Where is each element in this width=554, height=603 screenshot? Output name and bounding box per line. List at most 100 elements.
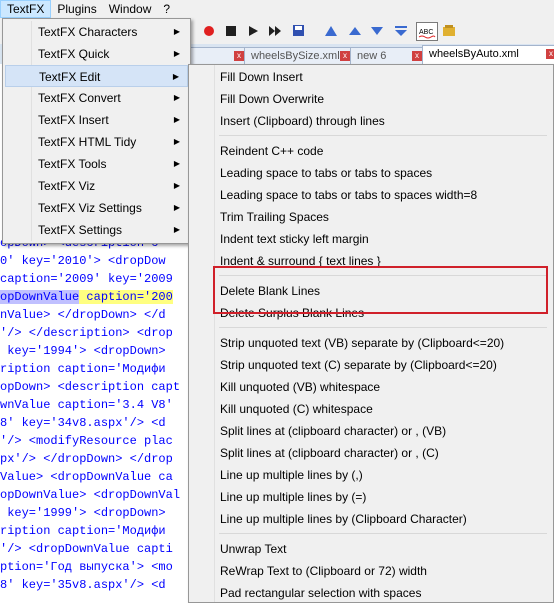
menu-item-textfx-settings[interactable]: TextFX Settings ▶ [5,219,188,241]
menu-item-label: Strip unquoted text (VB) separate by (Cl… [220,336,505,350]
menu-textfx[interactable]: TextFX [0,0,52,18]
menu-item-label: TextFX Convert [38,91,121,105]
chevron-right-icon: ▶ [173,115,180,124]
fold-down-icon[interactable] [368,22,385,39]
menu-item-leading-space-to-tabs-or-tabs-to-spaces-width-8[interactable]: Leading space to tabs or tabs to spaces … [191,184,549,206]
close-icon[interactable]: x [234,51,244,61]
menu-item-textfx-insert[interactable]: TextFX Insert ▶ [5,109,188,131]
spellcheck-icon[interactable]: ABC [416,22,438,41]
code-line: 8' key='35v8.aspx'/> <d [0,578,166,592]
menu-item-label: Reindent C++ code [220,144,324,158]
close-icon[interactable]: x [412,51,422,61]
menu-item-label: TextFX Viz Settings [38,201,142,215]
stop-icon[interactable] [222,22,239,39]
menu-item-label: TextFX Insert [38,113,109,127]
menu-item-kill-unquoted-vb-whitespace[interactable]: Kill unquoted (VB) whitespace [191,376,549,398]
chevron-right-icon: ▶ [173,137,180,146]
menu-item-split-lines-at-clipboard-character-or-c[interactable]: Split lines at (clipboard character) or … [191,442,549,464]
tab-1[interactable]: x [190,47,248,64]
menu-item-textfx-quick[interactable]: TextFX Quick ▶ [5,43,188,65]
code-line: ption='Год выпуска'> <mo [0,560,173,574]
menu-item-textfx-tools[interactable]: TextFX Tools ▶ [5,153,188,175]
tab-wheelsbysize[interactable]: wheelsBySize.xml x [244,47,354,64]
menu-item-pad-rectangular-selection-with-spaces[interactable]: Pad rectangular selection with spaces [191,582,549,602]
menu-item-textfx-viz-settings[interactable]: TextFX Viz Settings ▶ [5,197,188,219]
menu-item-textfx-convert[interactable]: TextFX Convert ▶ [5,87,188,109]
wrap-icon[interactable] [322,22,339,39]
menu-item-textfx-edit[interactable]: TextFX Edit ▶ [5,65,188,87]
menu-item-line-up-multiple-lines-by[interactable]: Line up multiple lines by (=) [191,486,549,508]
menu-item-label: Fill Down Overwrite [220,92,325,106]
menu-item-label: TextFX Edit [39,70,101,84]
code-line: '/> <dropDownValue capti [0,542,173,556]
menu-item-label: Trim Trailing Spaces [220,210,329,224]
chevron-right-icon: ▶ [173,159,180,168]
play-multi-icon[interactable] [266,22,283,39]
menu-item-label: TextFX Tools [38,157,107,171]
menu-item-strip-unquoted-text-vb-separate-by-clipboard-20[interactable]: Strip unquoted text (VB) separate by (Cl… [191,332,549,354]
code-line: key='1999'> <dropDown> [0,506,166,520]
fold-all-icon[interactable] [392,22,409,39]
code-highlight: caption='200 [79,290,173,304]
chevron-right-icon: ▶ [173,203,180,212]
menu-item-line-up-multiple-lines-by[interactable]: Line up multiple lines by (,) [191,464,549,486]
menu-item-strip-unquoted-text-c-separate-by-clipboard-20[interactable]: Strip unquoted text (C) separate by (Cli… [191,354,549,376]
menu-item-reindent-c-code[interactable]: Reindent C++ code [191,140,549,162]
chevron-right-icon: ▶ [173,27,180,36]
code-line: opDownValue> <dropDownVal [0,488,181,502]
play-icon[interactable] [244,22,261,39]
record-icon[interactable] [200,22,217,39]
code-line: 0' key='2010'> <dropDow [0,254,166,268]
tab-wheelsbyauto[interactable]: wheelsByAuto.xml x [422,45,554,65]
menu-item-label: TextFX Settings [38,223,123,237]
menu-item-leading-space-to-tabs-or-tabs-to-spaces[interactable]: Leading space to tabs or tabs to spaces [191,162,549,184]
close-icon[interactable]: x [340,51,350,61]
chevron-right-icon: ▶ [173,181,180,190]
fold-up-icon[interactable] [346,22,363,39]
code-selection: opDownValue [0,290,80,304]
tab-new6[interactable]: new 6 x [350,47,426,64]
menu-item-kill-unquoted-c-whitespace[interactable]: Kill unquoted (C) whitespace [191,398,549,420]
menu-item-label: Line up multiple lines by (=) [220,490,367,504]
highlight-box [213,266,548,314]
menu-item-label: Kill unquoted (C) whitespace [220,402,373,416]
menu-help[interactable]: ? [157,0,176,18]
menu-item-rewrap-text-to-clipboard-or-72-width[interactable]: ReWrap Text to (Clipboard or 72) width [191,560,549,582]
code-line: '/> <modifyResource plac [0,434,173,448]
menu-item-textfx-characters[interactable]: TextFX Characters ▶ [5,21,188,43]
code-line: ription caption='Модифи [0,524,166,538]
menu-item-label: Line up multiple lines by (Clipboard Cha… [220,512,467,526]
code-line: nValue> </dropDown> </d [0,308,166,322]
code-line: '/> </description> <drop [0,326,173,340]
menu-item-label: TextFX HTML Tidy [38,135,137,149]
menu-plugins[interactable]: Plugins [51,0,102,18]
menu-item-label: Split lines at (clipboard character) or … [220,424,447,438]
chevron-right-icon: ▶ [173,49,180,58]
menu-item-fill-down-insert[interactable]: Fill Down Insert [191,66,549,88]
save-macro-icon[interactable] [290,22,307,39]
menu-item-textfx-viz[interactable]: TextFX Viz ▶ [5,175,188,197]
menu-item-unwrap-text[interactable]: Unwrap Text [191,538,549,560]
menu-item-label: Leading space to tabs or tabs to spaces [220,166,433,180]
menu-item-label: Strip unquoted text (C) separate by (Cli… [220,358,497,372]
menu-separator [219,135,547,136]
menu-item-fill-down-overwrite[interactable]: Fill Down Overwrite [191,88,549,110]
macro-icon[interactable] [440,22,457,39]
menu-item-label: ReWrap Text to (Clipboard or 72) width [220,564,427,578]
menu-item-trim-trailing-spaces[interactable]: Trim Trailing Spaces [191,206,549,228]
menu-item-line-up-multiple-lines-by-clipboard-character[interactable]: Line up multiple lines by (Clipboard Cha… [191,508,549,530]
code-line: opDown> <description capt [0,380,181,394]
menu-separator [219,533,547,534]
code-line: Value> <dropDownValue ca [0,470,173,484]
menu-item-indent-text-sticky-left-margin[interactable]: Indent text sticky left margin [191,228,549,250]
menu-item-label: TextFX Viz [38,179,96,193]
menu-item-label: Fill Down Insert [220,70,303,84]
menu-item-split-lines-at-clipboard-character-or-vb[interactable]: Split lines at (clipboard character) or … [191,420,549,442]
close-icon[interactable]: x [546,49,554,59]
menu-item-textfx-html-tidy[interactable]: TextFX HTML Tidy ▶ [5,131,188,153]
menu-window[interactable]: Window [103,0,158,18]
chevron-right-icon: ▶ [173,225,180,234]
menubar: TextFX Plugins Window ? [0,0,554,18]
menu-item-insert-clipboard-through-lines[interactable]: Insert (Clipboard) through lines [191,110,549,132]
menu-item-label: Unwrap Text [220,542,287,556]
